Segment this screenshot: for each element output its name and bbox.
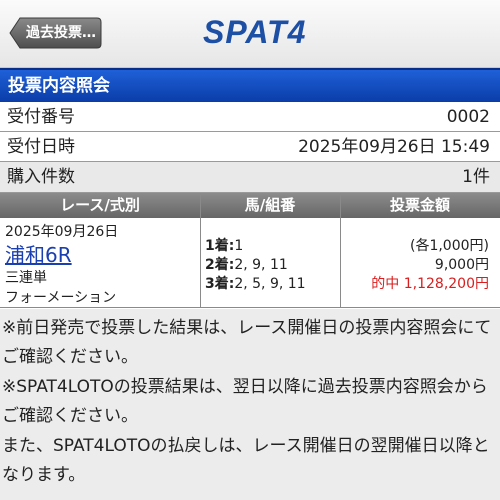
place-2: 2着:2, 9, 11 (205, 254, 288, 274)
notes-section: ※前日発売で投票した結果は、レース開催日の投票内容照会にてご確認ください。 ※S… (0, 309, 500, 500)
back-to-past-votes-button[interactable]: 過去投票… (9, 17, 102, 49)
column-divider (200, 193, 201, 308)
race-link[interactable]: 浦和6R (5, 239, 72, 268)
purchase-count-label: 購入件数 (7, 167, 75, 187)
header-bet-amount: 投票金額 (389, 196, 450, 214)
place-3-label: 3着: (205, 276, 235, 292)
place-1-value: 1 (234, 238, 244, 254)
note-3: また、SPAT4LOTOの払戻しは、レース開催日の翌開催日以降となります。 (2, 436, 490, 485)
header-horse-combo: 馬/組番 (244, 196, 296, 214)
place-2-value: 2, 9, 11 (234, 257, 288, 273)
receipt-number-row: 受付番号 0002 (0, 102, 500, 132)
page-title: 投票内容照会 (8, 76, 110, 96)
receipt-number-label: 受付番号 (7, 107, 75, 127)
race-date: 2025年09月26日 (5, 224, 119, 240)
page-title-bar: 投票内容照会 (0, 68, 500, 102)
place-2-label: 2着: (205, 257, 235, 273)
unit-amount: (各1,000円) (409, 238, 489, 254)
column-divider (340, 193, 341, 308)
top-bar: 過去投票… SPAT4 (0, 0, 500, 68)
place-1: 1着:1 (205, 235, 243, 255)
header-race-type: レース/式別 (60, 196, 140, 214)
table-row: 2025年09月26日 浦和6R 三連単 フォーメーション 1着:1 2着:2,… (0, 218, 500, 308)
hit-payout: 的中 1,128,200円 (371, 276, 489, 292)
purchase-count-row: 購入件数 1件 (0, 162, 500, 193)
receipt-datetime-row: 受付日時 2025年09月26日 15:49 (0, 132, 500, 162)
place-3: 3着:2, 5, 9, 11 (205, 273, 306, 293)
place-1-label: 1着: (205, 238, 235, 254)
bet-method: フォーメーション (5, 290, 117, 306)
purchase-count-value: 1件 (462, 167, 490, 187)
note-2: ※SPAT4LOTOの投票結果は、翌日以降に過去投票内容照会からご確認ください。 (2, 377, 488, 426)
spat4-logo: SPAT4 (203, 14, 307, 50)
note-1: ※前日発売で投票した結果は、レース開催日の投票内容照会にてご確認ください。 (2, 318, 492, 367)
receipt-datetime-label: 受付日時 (7, 137, 75, 157)
table-header: レース/式別 馬/組番 投票金額 (0, 193, 500, 218)
place-3-value: 2, 5, 9, 11 (234, 276, 306, 292)
bet-type: 三連単 (5, 270, 47, 286)
back-button-label: 過去投票… (26, 25, 96, 41)
total-amount: 9,000円 (434, 257, 489, 273)
receipt-datetime-value: 2025年09月26日 15:49 (298, 137, 490, 157)
receipt-number-value: 0002 (446, 107, 490, 127)
